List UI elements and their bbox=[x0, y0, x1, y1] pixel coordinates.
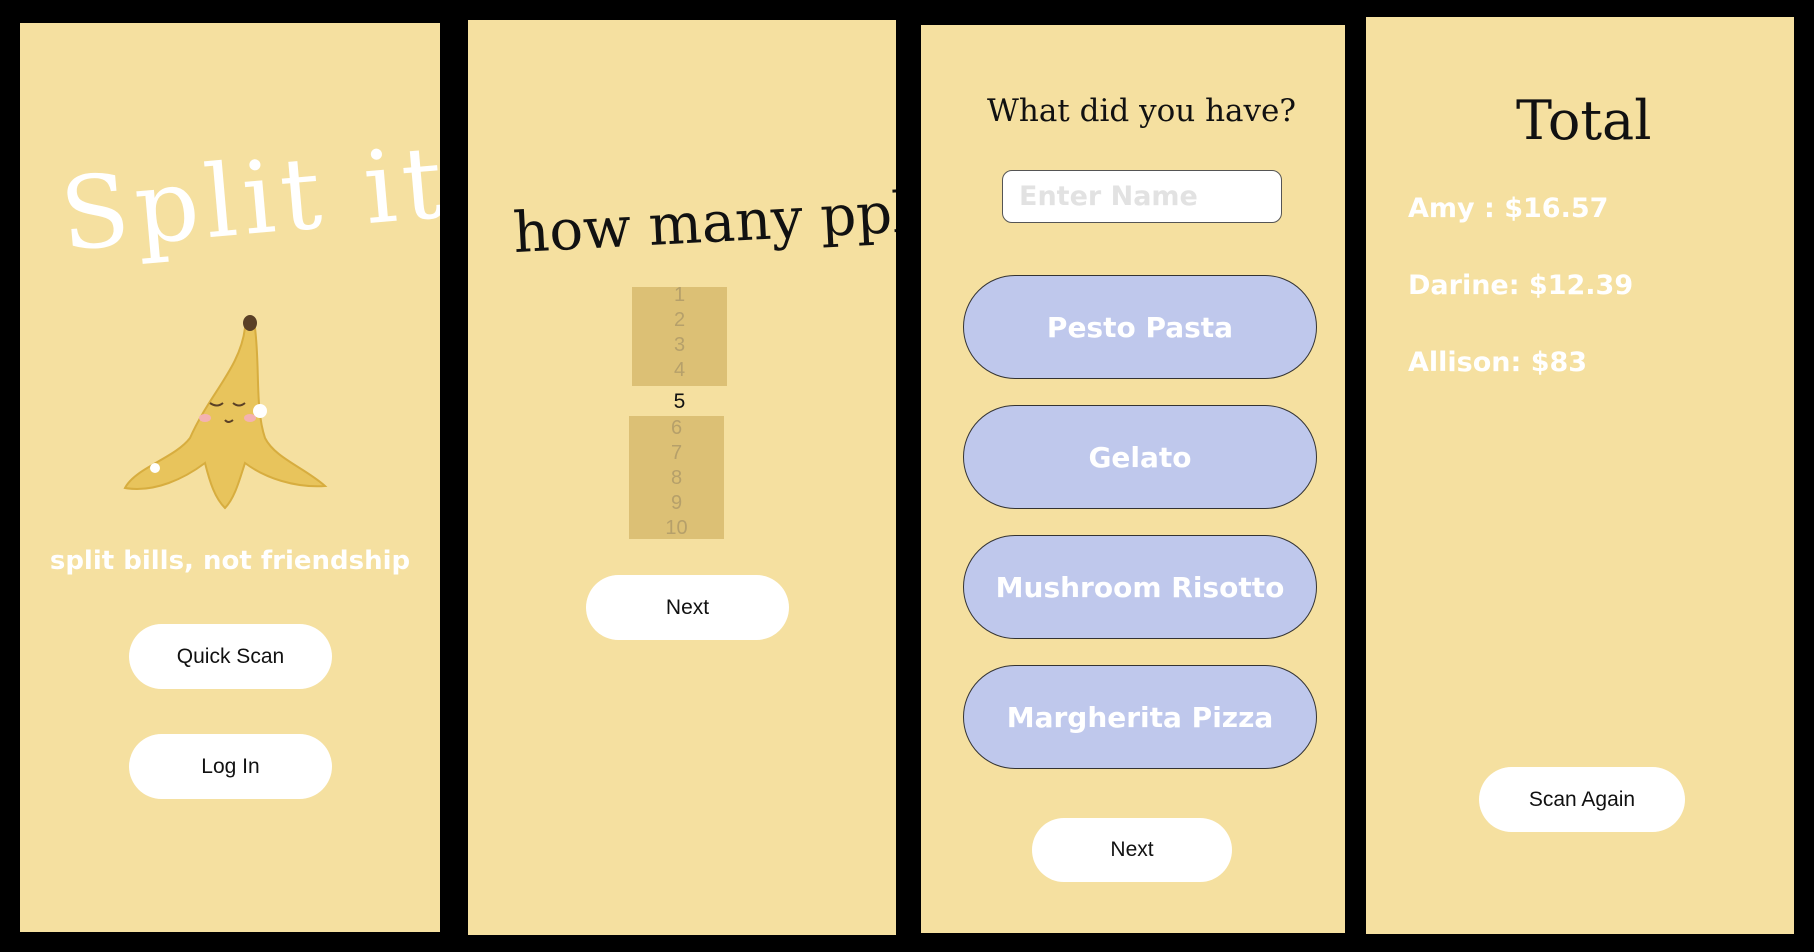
picker-selected-value[interactable]: 5 bbox=[632, 390, 727, 414]
picker-option[interactable]: 4 bbox=[632, 358, 727, 383]
picker-option[interactable]: 9 bbox=[629, 491, 724, 516]
person-total: Allison: $83 bbox=[1408, 347, 1588, 378]
picker-option[interactable]: 7 bbox=[629, 441, 724, 466]
banana-peel-mascot-icon bbox=[123, 315, 328, 510]
picker-option[interactable]: 1 bbox=[632, 283, 727, 308]
picker-option[interactable]: 3 bbox=[632, 333, 727, 358]
quick-scan-button[interactable]: Quick Scan bbox=[129, 624, 332, 689]
person-total: Amy : $16.57 bbox=[1408, 193, 1609, 224]
tagline: split bills, not friendship bbox=[49, 546, 411, 576]
picker-option[interactable]: 6 bbox=[629, 416, 724, 441]
food-item-button[interactable]: Margherita Pizza bbox=[963, 665, 1317, 769]
people-count-question: how many ppl? bbox=[511, 178, 896, 267]
app-title: Split it! bbox=[55, 119, 440, 274]
picker-option[interactable]: 8 bbox=[629, 466, 724, 491]
order-question: What did you have? bbox=[987, 93, 1297, 129]
food-item-button[interactable]: Gelato bbox=[963, 405, 1317, 509]
picker-option[interactable]: 10 bbox=[629, 516, 724, 541]
food-item-button[interactable]: Mushroom Risotto bbox=[963, 535, 1317, 639]
scan-again-button[interactable]: Scan Again bbox=[1479, 767, 1685, 832]
next-button[interactable]: Next bbox=[1032, 818, 1232, 882]
person-total: Darine: $12.39 bbox=[1408, 270, 1634, 301]
total-title: Total bbox=[1516, 89, 1652, 152]
picker-option[interactable]: 2 bbox=[632, 308, 727, 333]
next-button[interactable]: Next bbox=[586, 575, 789, 640]
picker-upper-highlight: 1 2 3 4 bbox=[632, 284, 727, 386]
name-input[interactable] bbox=[1002, 170, 1282, 223]
welcome-screen: Split it! split bills, not friendship Qu… bbox=[20, 23, 440, 932]
people-count-screen: how many ppl? 1 2 3 4 5 6 7 8 9 10 Next bbox=[468, 20, 896, 935]
food-item-button[interactable]: Pesto Pasta bbox=[963, 275, 1317, 379]
order-screen: What did you have? Pesto Pasta Gelato Mu… bbox=[921, 25, 1345, 933]
total-screen: Total Amy : $16.57 Darine: $12.39 Alliso… bbox=[1366, 17, 1794, 934]
picker-lower-highlight: 6 7 8 9 10 bbox=[629, 416, 724, 539]
login-button[interactable]: Log In bbox=[129, 734, 332, 799]
